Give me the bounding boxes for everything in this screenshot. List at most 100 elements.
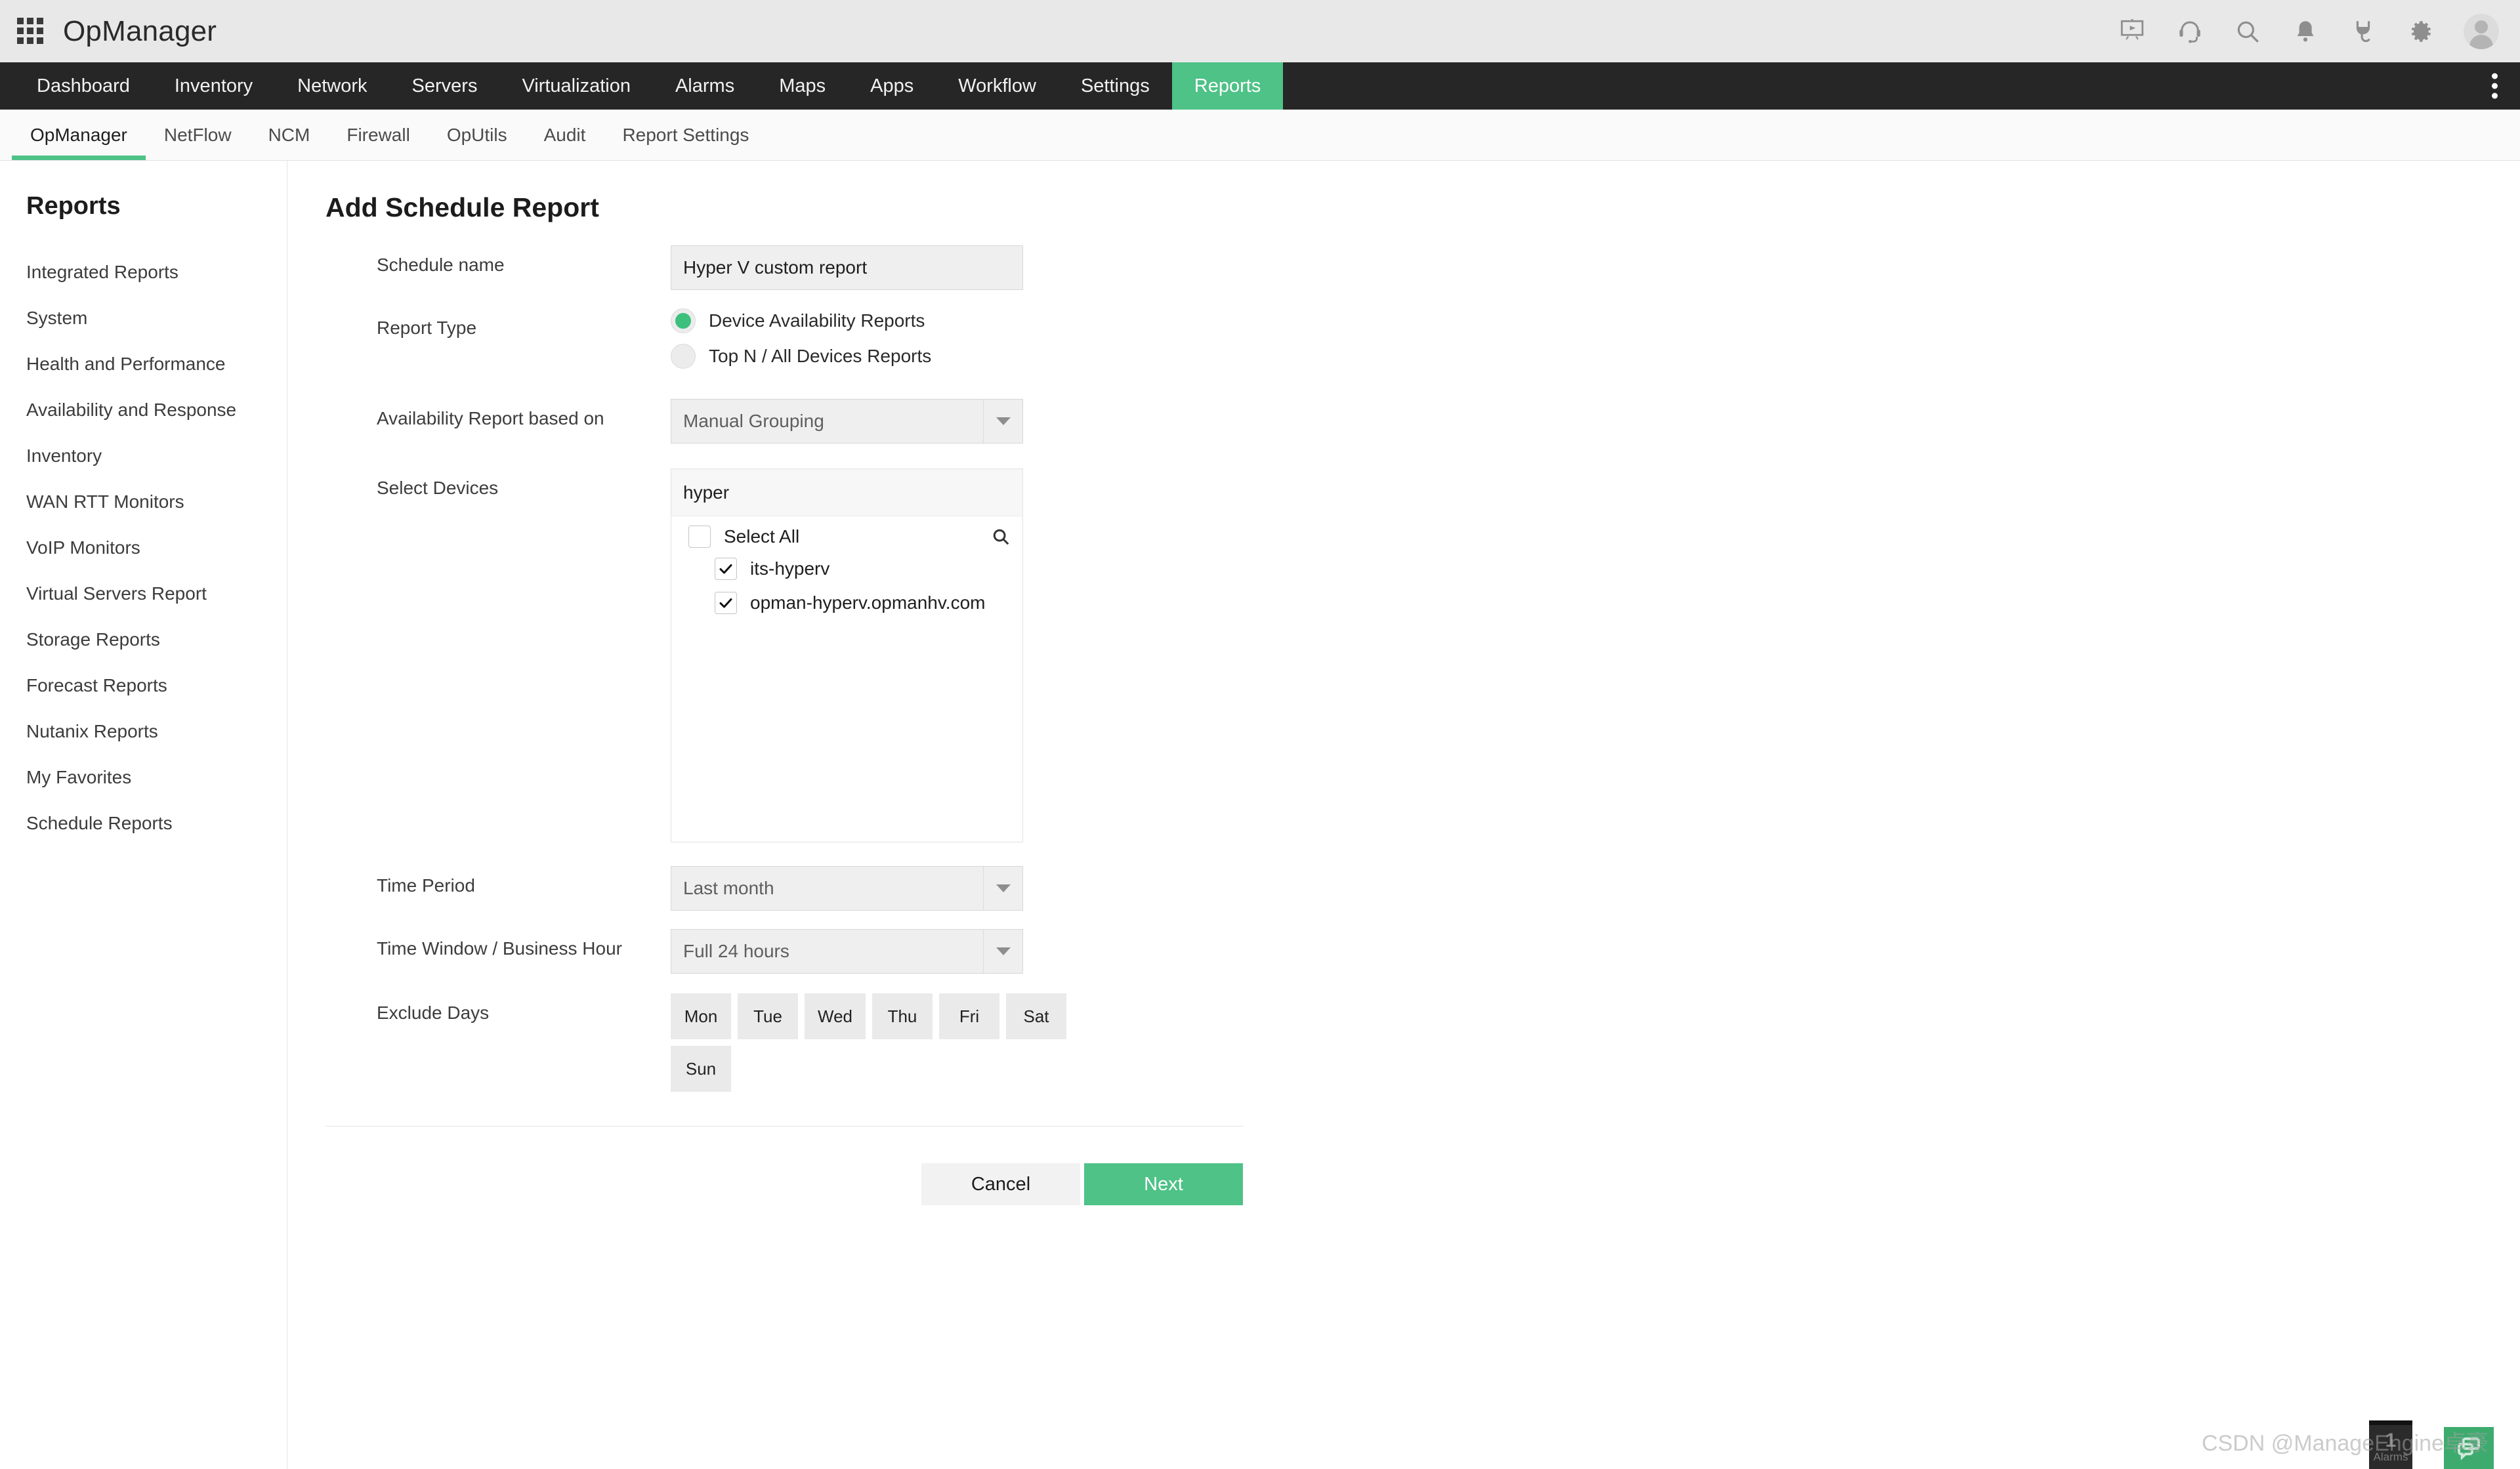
time-period-label: Time Period [326,866,671,896]
plug-icon[interactable] [2348,16,2378,47]
sidebar: Reports Integrated Reports System Health… [0,161,287,1469]
presentation-icon[interactable] [2117,16,2147,47]
time-period-select[interactable]: Last month [671,866,1023,911]
availability-based-on-value: Manual Grouping [671,411,983,432]
add-schedule-report-form: Schedule name Report Type Device Availab… [326,245,1277,1205]
tab-opmanager[interactable]: OpManager [12,110,146,160]
nav-item-inventory[interactable]: Inventory [152,62,275,110]
field-schedule-name: Schedule name [326,245,1277,290]
search-icon[interactable] [991,527,1011,547]
day-button-sat[interactable]: Sat [1006,993,1066,1039]
nav-item-network[interactable]: Network [275,62,389,110]
device-label: opman-hyperv.opmanhv.com [750,592,985,613]
avatar[interactable] [2464,14,2499,49]
day-button-wed[interactable]: Wed [805,993,866,1039]
time-window-label: Time Window / Business Hour [326,929,671,959]
time-window-select[interactable]: Full 24 hours [671,929,1023,974]
sub-navigation: OpManager NetFlow NCM Firewall OpUtils A… [0,110,2520,161]
sidebar-item-availability-and-response[interactable]: Availability and Response [0,387,287,433]
top-bar: OpManager [0,0,2520,62]
schedule-name-label: Schedule name [326,245,671,276]
nav-item-alarms[interactable]: Alarms [653,62,757,110]
day-button-tue[interactable]: Tue [738,993,798,1039]
bell-icon[interactable] [2290,16,2320,47]
sidebar-item-schedule-reports[interactable]: Schedule Reports [0,800,287,846]
chat-bubble-icon[interactable] [2444,1427,2494,1469]
device-list-item[interactable]: opman-hyperv.opmanhv.com [671,586,1022,620]
select-devices-label: Select Devices [326,468,671,499]
field-select-devices: Select Devices Select All [326,468,1277,842]
field-availability-based-on: Availability Report based on Manual Grou… [326,399,1277,444]
tab-ncm[interactable]: NCM [250,110,329,160]
field-exclude-days: Exclude Days Mon Tue Wed Thu Fri Sat Sun [326,993,1277,1092]
nav-item-settings[interactable]: Settings [1059,62,1172,110]
devices-search-row [671,469,1022,516]
tab-firewall[interactable]: Firewall [328,110,428,160]
device-checkbox[interactable] [715,592,737,614]
day-button-mon[interactable]: Mon [671,993,731,1039]
sidebar-item-voip-monitors[interactable]: VoIP Monitors [0,525,287,571]
sidebar-item-system[interactable]: System [0,295,287,341]
nav-item-reports[interactable]: Reports [1172,62,1284,110]
tab-oputils[interactable]: OpUtils [429,110,526,160]
devices-panel: Select All its-hyperv [671,468,1023,842]
kebab-menu-icon[interactable] [2492,73,2498,99]
nav-item-maps[interactable]: Maps [757,62,848,110]
page-body: Reports Integrated Reports System Health… [0,161,2520,1469]
floating-widgets: 1 Alarms [2369,1420,2494,1469]
sidebar-item-my-favorites[interactable]: My Favorites [0,755,287,800]
device-checkbox[interactable] [715,558,737,580]
sidebar-item-nutanix-reports[interactable]: Nutanix Reports [0,709,287,755]
report-type-label: Report Type [326,308,671,339]
field-time-window: Time Window / Business Hour Full 24 hour… [326,929,1277,974]
cancel-button[interactable]: Cancel [921,1163,1080,1205]
app-title: OpManager [63,15,217,48]
next-button[interactable]: Next [1084,1163,1243,1205]
gear-icon[interactable] [2406,16,2436,47]
form-actions: Cancel Next [326,1163,1277,1205]
nav-item-servers[interactable]: Servers [390,62,500,110]
sidebar-item-health-and-performance[interactable]: Health and Performance [0,341,287,387]
availability-based-on-label: Availability Report based on [326,399,671,429]
sidebar-item-virtual-servers-report[interactable]: Virtual Servers Report [0,571,287,617]
day-button-sun[interactable]: Sun [671,1046,731,1092]
nav-item-workflow[interactable]: Workflow [936,62,1059,110]
device-list-item[interactable]: its-hyperv [671,552,1022,586]
sidebar-item-forecast-reports[interactable]: Forecast Reports [0,663,287,709]
schedule-name-input[interactable] [671,245,1023,290]
sidebar-item-integrated-reports[interactable]: Integrated Reports [0,249,287,295]
chevron-down-icon [983,400,1022,443]
select-all-checkbox[interactable] [688,526,711,548]
devices-search-input[interactable] [683,482,1011,503]
day-button-thu[interactable]: Thu [872,993,933,1039]
availability-based-on-select[interactable]: Manual Grouping [671,399,1023,444]
tab-netflow[interactable]: NetFlow [146,110,250,160]
form-divider [326,1126,1244,1127]
nav-item-apps[interactable]: Apps [848,62,936,110]
headset-icon[interactable] [2175,16,2205,47]
alarms-label: Alarms [2374,1451,2408,1464]
search-icon[interactable] [2233,16,2263,47]
alarms-badge[interactable]: 1 Alarms [2369,1420,2412,1469]
radio-top-n-all-devices-reports[interactable]: Top N / All Devices Reports [671,344,1277,369]
radio-icon-selected [671,308,696,333]
devices-select-all-row[interactable]: Select All [671,516,1022,552]
field-report-type: Report Type Device Availability Reports … [326,308,1277,379]
nav-item-virtualization[interactable]: Virtualization [499,62,653,110]
day-button-fri[interactable]: Fri [939,993,999,1039]
sidebar-item-inventory[interactable]: Inventory [0,433,287,479]
tab-audit[interactable]: Audit [526,110,604,160]
apps-grid-icon[interactable] [17,18,45,45]
nav-item-dashboard[interactable]: Dashboard [14,62,152,110]
radio-label-device-availability: Device Availability Reports [709,310,925,331]
radio-icon-unselected [671,344,696,369]
chevron-down-icon [983,867,1022,910]
main-content: Add Schedule Report Schedule name Report… [287,161,2520,1469]
exclude-days-group: Mon Tue Wed Thu Fri Sat Sun [671,993,1130,1092]
exclude-days-label: Exclude Days [326,993,671,1024]
tab-report-settings[interactable]: Report Settings [604,110,767,160]
sidebar-item-wan-rtt-monitors[interactable]: WAN RTT Monitors [0,479,287,525]
radio-device-availability-reports[interactable]: Device Availability Reports [671,308,1277,333]
sidebar-item-storage-reports[interactable]: Storage Reports [0,617,287,663]
time-window-value: Full 24 hours [671,941,983,962]
